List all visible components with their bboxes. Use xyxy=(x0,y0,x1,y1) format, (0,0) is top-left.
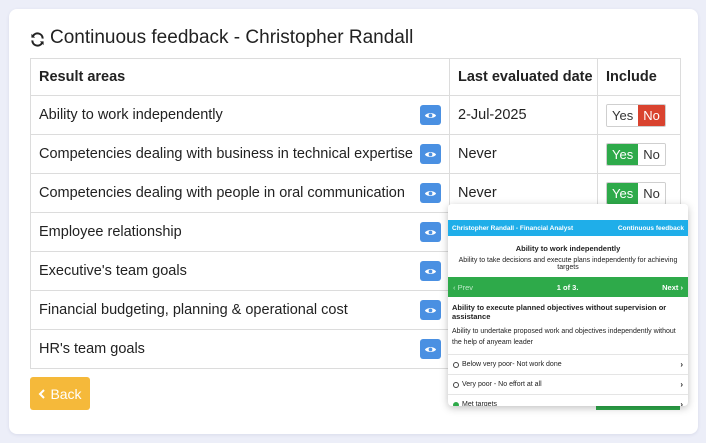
popup-option[interactable]: Very poor - No effort at all › xyxy=(448,374,688,394)
eye-icon[interactable] xyxy=(420,144,441,164)
radio-icon xyxy=(453,401,459,406)
refresh-icon[interactable] xyxy=(30,31,45,47)
result-area-cell: Competencies dealing with business in te… xyxy=(30,134,450,174)
result-area-cell: HR's team goals xyxy=(30,329,450,369)
include-no-button[interactable]: No xyxy=(638,182,665,204)
prev-button[interactable]: ‹ Prev xyxy=(453,283,473,292)
popup-option[interactable]: Met targets › xyxy=(448,394,688,406)
option-label: Below very poor- Not work done xyxy=(462,361,562,368)
popup-question-desc: Ability to undertake proposed work and o… xyxy=(452,328,676,346)
result-area-cell: Financial budgeting, planning & operatio… xyxy=(30,290,450,330)
include-no-button[interactable]: No xyxy=(638,143,665,165)
eye-icon[interactable] xyxy=(420,105,441,125)
eye-icon[interactable] xyxy=(420,300,441,320)
popup-top-bar xyxy=(448,204,688,220)
result-area-name: HR's team goals xyxy=(39,341,145,357)
include-toggle[interactable]: Yes No xyxy=(606,103,666,127)
popup-area-title: Ability to work independently xyxy=(515,244,621,253)
radio-icon xyxy=(453,361,459,368)
eye-icon[interactable] xyxy=(420,339,441,359)
eye-icon[interactable] xyxy=(420,222,441,242)
header-result-areas: Result areas xyxy=(30,58,450,96)
next-label: Next xyxy=(662,282,679,292)
popup-option[interactable]: Below very poor- Not work done › xyxy=(448,354,688,374)
result-area-name: Ability to work independently xyxy=(39,107,223,123)
eye-icon[interactable] xyxy=(420,183,441,203)
result-area-cell: Competencies dealing with people in oral… xyxy=(30,173,450,213)
result-area-name: Competencies dealing with business in te… xyxy=(39,146,413,162)
feedback-preview-popup: Christopher Randall - Financial Analyst … xyxy=(448,204,688,406)
prev-label: Prev xyxy=(457,282,474,292)
table-row: Ability to work independently 2-Jul-2025… xyxy=(30,95,681,135)
next-button[interactable]: Next › xyxy=(662,283,683,292)
pager-text: 1 of 3. xyxy=(556,282,579,292)
popup-area-desc: Ability to take decisions and execute pl… xyxy=(458,257,678,271)
popup-pager-bar: ‹ Prev 1 of 3. Next › xyxy=(448,277,688,297)
popup-employee: Christopher Randall - Financial Analyst xyxy=(452,224,574,232)
back-button[interactable]: Back xyxy=(30,377,90,410)
include-yes-button[interactable]: Yes xyxy=(607,104,639,126)
last-evaluated-cell: Never xyxy=(449,134,598,174)
result-area-name: Employee relationship xyxy=(39,224,182,240)
include-yes-button[interactable]: Yes xyxy=(607,182,639,204)
option-label: Met targets xyxy=(462,401,498,406)
last-evaluated-cell: 2-Jul-2025 xyxy=(449,95,598,135)
chevron-right-icon: › xyxy=(680,360,683,369)
include-cell: Yes No xyxy=(597,95,681,135)
chevron-right-icon: › xyxy=(680,400,683,406)
result-area-name: Financial budgeting, planning & operatio… xyxy=(39,302,348,318)
popup-question: Ability to execute planned objectives wi… xyxy=(452,303,667,321)
popup-form-name: Continuous feedback xyxy=(617,224,684,232)
include-toggle[interactable]: Yes No xyxy=(606,142,666,166)
include-no-button[interactable]: No xyxy=(638,104,665,126)
include-yes-button[interactable]: Yes xyxy=(607,143,639,165)
page-title: Continuous feedback - Christopher Randal… xyxy=(30,26,413,50)
include-toggle[interactable]: Yes No xyxy=(606,181,666,205)
result-area-cell: Executive's team goals xyxy=(30,251,450,291)
chevron-left-icon xyxy=(38,386,46,402)
eye-icon[interactable] xyxy=(420,261,441,281)
title-text: Continuous feedback - Christopher Randal… xyxy=(50,27,414,48)
chevron-right-icon: › xyxy=(680,380,683,389)
result-area-name: Competencies dealing with people in oral… xyxy=(39,185,405,201)
radio-icon xyxy=(453,381,459,388)
table-header-row: Result areas Last evaluated date Include xyxy=(30,58,681,96)
table-row: Competencies dealing with business in te… xyxy=(30,134,681,174)
popup-options: Below very poor- Not work done › Very poor… xyxy=(448,354,688,406)
result-area-name: Executive's team goals xyxy=(39,263,187,279)
result-area-cell: Employee relationship xyxy=(30,212,450,252)
back-label: Back xyxy=(50,385,82,402)
option-label: Very poor - No effort at all xyxy=(462,381,542,388)
include-cell: Yes No xyxy=(597,134,681,174)
header-last-evaluated: Last evaluated date xyxy=(449,58,598,96)
popup-header: Christopher Randall - Financial Analyst … xyxy=(448,220,688,236)
result-area-cell: Ability to work independently xyxy=(30,95,450,135)
header-include: Include xyxy=(597,58,681,96)
